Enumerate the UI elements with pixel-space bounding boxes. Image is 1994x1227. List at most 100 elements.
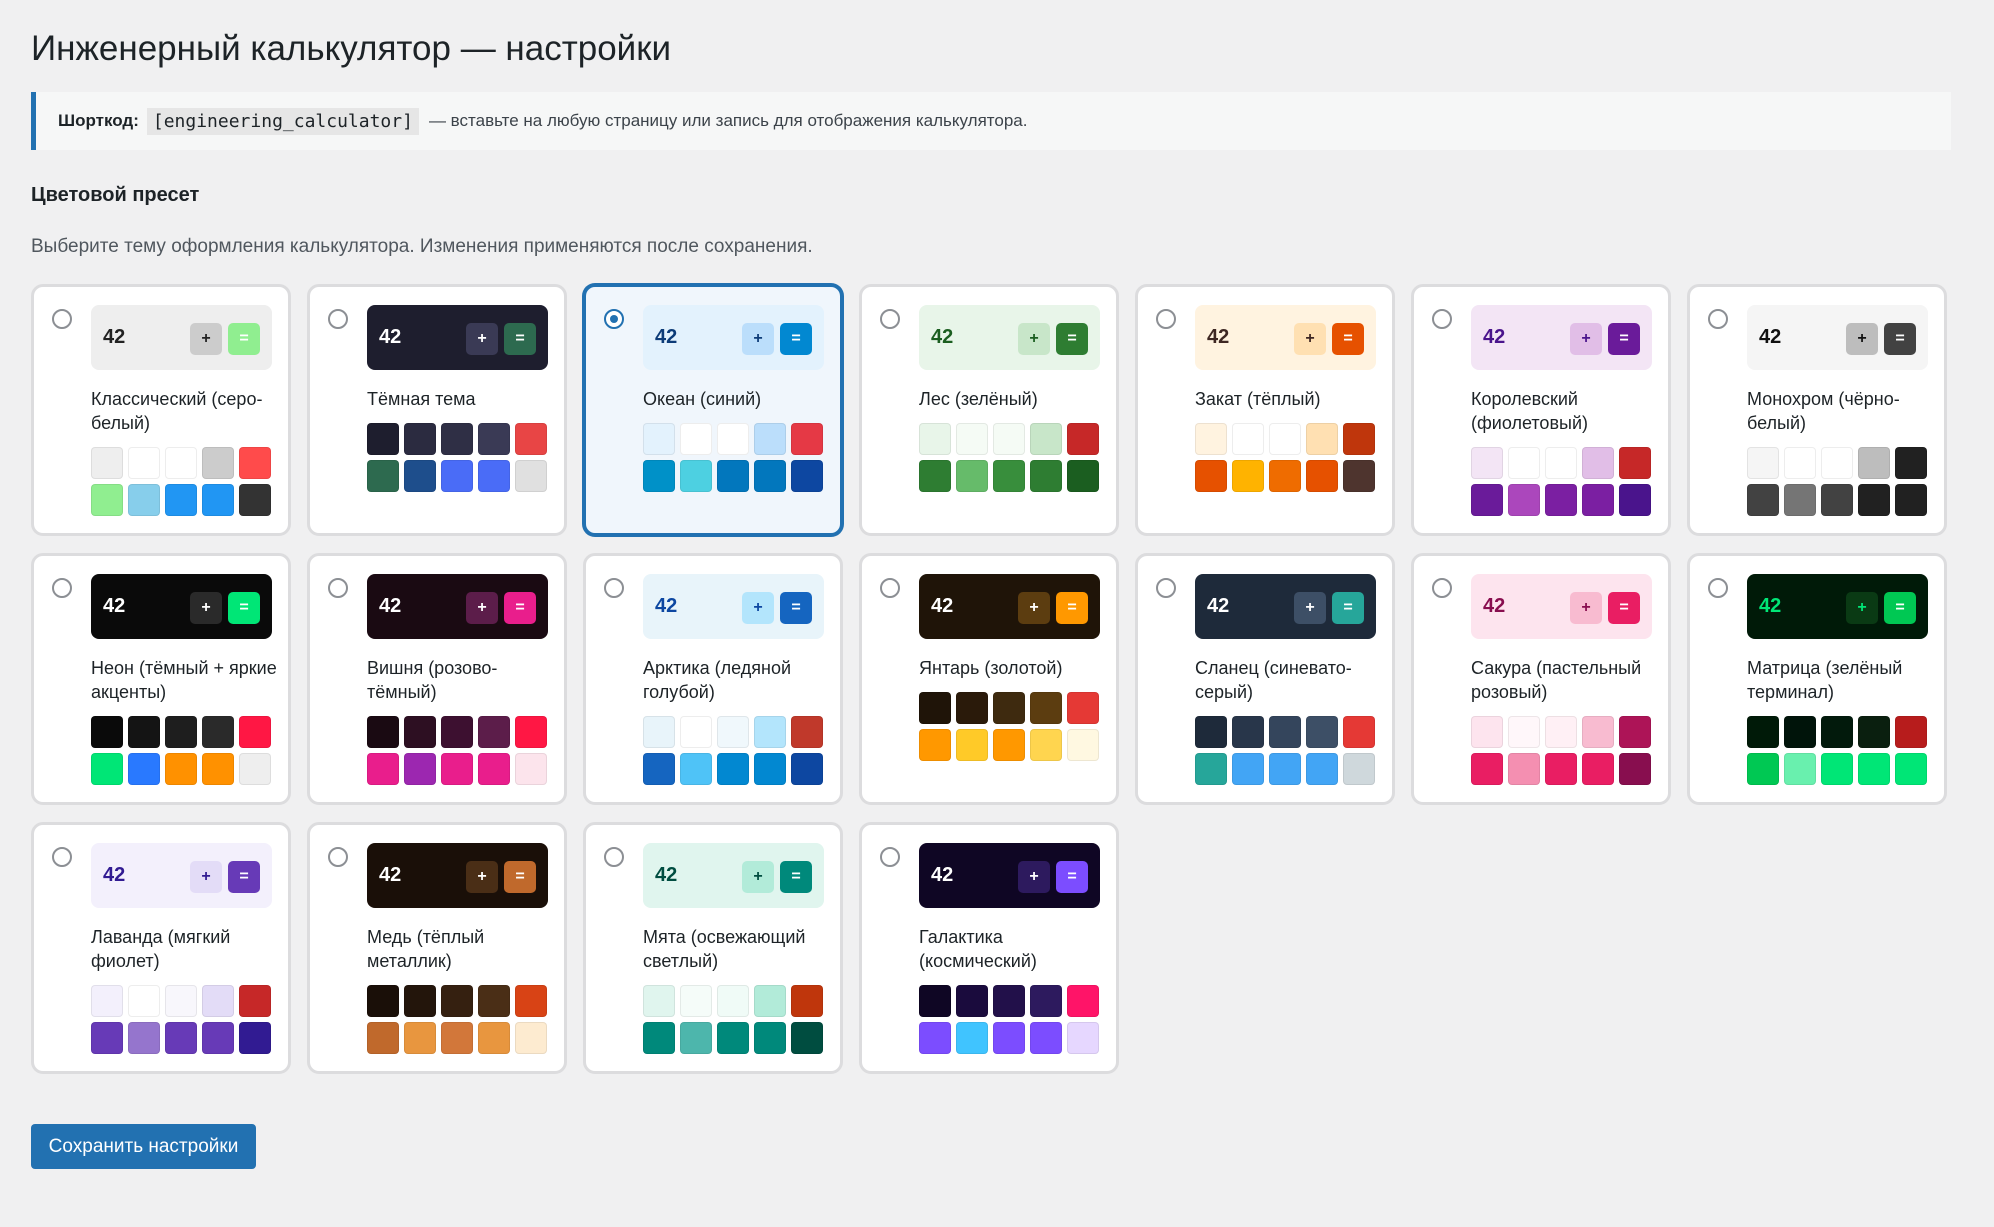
preset-card-sunset[interactable]: 42 + = Закат (тёплый) xyxy=(1135,284,1395,536)
preset-card-copper[interactable]: 42 + = Медь (тёплый металлик) xyxy=(307,822,567,1074)
color-swatch xyxy=(1067,460,1099,492)
color-swatch xyxy=(128,985,160,1017)
color-swatch xyxy=(91,484,123,516)
preset-radio-sunset[interactable] xyxy=(1156,309,1176,329)
preview-plus-key: + xyxy=(190,861,222,893)
color-swatch xyxy=(993,1022,1025,1054)
color-swatch xyxy=(791,1022,823,1054)
preset-radio-classic[interactable] xyxy=(52,309,72,329)
preset-card-dark[interactable]: 42 + = Тёмная тема xyxy=(307,284,567,536)
color-swatch xyxy=(1232,753,1264,785)
preset-card-galaxy[interactable]: 42 + = Галактика (космический) xyxy=(859,822,1119,1074)
color-swatch xyxy=(1858,484,1890,516)
preset-name: Медь (тёплый металлик) xyxy=(367,927,485,971)
color-swatch xyxy=(165,985,197,1017)
preset-card-mono[interactable]: 42 + = Монохром (чёрно-белый) xyxy=(1687,284,1947,536)
preview-equals-key: = xyxy=(504,323,536,355)
preset-card-matrix[interactable]: 42 + = Матрица (зелёный терминал) xyxy=(1687,553,1947,805)
preset-radio-amber[interactable] xyxy=(880,578,900,598)
shortcode-code[interactable]: [engineering_calculator] xyxy=(146,107,419,135)
preset-card-sakura[interactable]: 42 + = Сакура (пастельный розовый) xyxy=(1411,553,1671,805)
preset-name: Арктика (ледяной голубой) xyxy=(643,658,792,702)
color-swatch xyxy=(717,716,749,748)
color-swatch xyxy=(1619,484,1651,516)
preview-plus-key: + xyxy=(1018,323,1050,355)
preset-radio-copper[interactable] xyxy=(328,847,348,867)
color-swatch xyxy=(1232,423,1264,455)
preset-swatches xyxy=(919,985,1104,1054)
preset-radio-matrix[interactable] xyxy=(1708,578,1728,598)
color-swatch xyxy=(956,460,988,492)
color-swatch xyxy=(441,1022,473,1054)
preset-radio-arctic[interactable] xyxy=(604,578,624,598)
color-swatch xyxy=(643,985,675,1017)
color-swatch xyxy=(515,423,547,455)
color-swatch xyxy=(1508,447,1540,479)
preset-name: Лес (зелёный) xyxy=(919,389,1038,409)
color-swatch xyxy=(367,1022,399,1054)
preset-name: Неон (тёмный + яркие акценты) xyxy=(91,658,277,702)
preset-card-slate[interactable]: 42 + = Сланец (синевато-серый) xyxy=(1135,553,1395,805)
preset-card-arctic[interactable]: 42 + = Арктика (ледяной голубой) xyxy=(583,553,843,805)
preset-radio-dark[interactable] xyxy=(328,309,348,329)
preset-name: Галактика (космический) xyxy=(919,927,1037,971)
preview-plus-key: + xyxy=(742,592,774,624)
color-swatch xyxy=(993,423,1025,455)
color-swatch xyxy=(478,985,510,1017)
preset-radio-forest[interactable] xyxy=(880,309,900,329)
color-swatch xyxy=(1067,692,1099,724)
color-swatch xyxy=(367,753,399,785)
color-swatch xyxy=(1067,1022,1099,1054)
color-swatch xyxy=(478,460,510,492)
preview-equals-key: = xyxy=(1608,323,1640,355)
color-swatch xyxy=(993,460,1025,492)
save-settings-button[interactable]: Сохранить настройки xyxy=(31,1124,256,1169)
preset-radio-slate[interactable] xyxy=(1156,578,1176,598)
preset-card-neon[interactable]: 42 + = Неон (тёмный + яркие акценты) xyxy=(31,553,291,805)
color-swatch xyxy=(441,716,473,748)
preset-card-classic[interactable]: 42 + = Классический (серо-белый) xyxy=(31,284,291,536)
preset-radio-cherry[interactable] xyxy=(328,578,348,598)
preset-preview: 42 + = xyxy=(643,843,824,908)
color-swatch xyxy=(404,1022,436,1054)
preset-preview: 42 + = xyxy=(919,843,1100,908)
preset-radio-lavender[interactable] xyxy=(52,847,72,867)
preset-swatches xyxy=(91,985,276,1054)
preset-radio-galaxy[interactable] xyxy=(880,847,900,867)
color-swatch xyxy=(1471,447,1503,479)
color-swatch xyxy=(717,423,749,455)
preset-card-ocean[interactable]: 42 + = Океан (синий) xyxy=(583,284,843,536)
preset-card-mint[interactable]: 42 + = Мята (освежающий светлый) xyxy=(583,822,843,1074)
preview-number: 42 xyxy=(1207,595,1230,617)
preset-preview: 42 + = xyxy=(643,305,824,370)
color-swatch xyxy=(680,716,712,748)
preview-number: 42 xyxy=(103,864,126,886)
color-swatch xyxy=(956,985,988,1017)
preset-card-cherry[interactable]: 42 + = Вишня (розово-тёмный) xyxy=(307,553,567,805)
preview-equals-key: = xyxy=(1884,592,1916,624)
color-swatch xyxy=(515,716,547,748)
color-swatch xyxy=(1030,423,1062,455)
section-title: Цветовой пресет xyxy=(31,184,200,206)
preset-radio-royal[interactable] xyxy=(1432,309,1452,329)
preset-radio-sakura[interactable] xyxy=(1432,578,1452,598)
color-swatch xyxy=(1619,753,1651,785)
color-swatch xyxy=(165,753,197,785)
color-swatch xyxy=(919,729,951,761)
preset-card-amber[interactable]: 42 + = Янтарь (золотой) xyxy=(859,553,1119,805)
color-swatch xyxy=(404,423,436,455)
preset-card-lavender[interactable]: 42 + = Лаванда (мягкий фиолет) xyxy=(31,822,291,1074)
preset-card-royal[interactable]: 42 + = Королевский (фиолетовый) xyxy=(1411,284,1671,536)
color-swatch xyxy=(202,447,234,479)
color-swatch xyxy=(404,985,436,1017)
preset-card-forest[interactable]: 42 + = Лес (зелёный) xyxy=(859,284,1119,536)
color-swatch xyxy=(239,1022,271,1054)
settings-page: Инженерный калькулятор — настройки Шортк… xyxy=(0,0,1994,1169)
preset-radio-ocean[interactable] xyxy=(604,309,624,329)
preview-equals-key: = xyxy=(504,592,536,624)
preset-radio-mint[interactable] xyxy=(604,847,624,867)
preset-radio-neon[interactable] xyxy=(52,578,72,598)
color-swatch xyxy=(1306,460,1338,492)
preset-radio-mono[interactable] xyxy=(1708,309,1728,329)
color-swatch xyxy=(1858,753,1890,785)
